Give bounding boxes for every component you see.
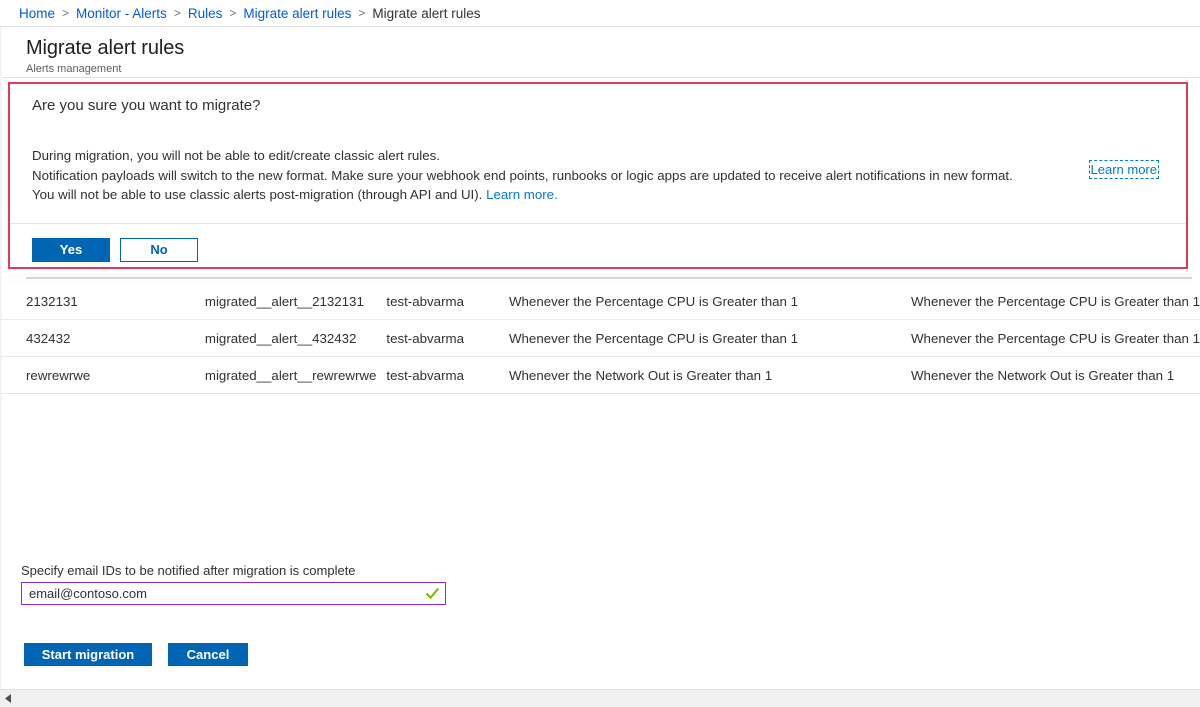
check-icon [425,587,440,600]
learn-more-link-payloads[interactable]: Learn more [1088,160,1160,179]
breadcrumb-separator: > [358,6,366,20]
confirmation-line-3-text: You will not be able to use classic aler… [32,187,483,202]
notification-email-input[interactable] [22,583,445,604]
table-row[interactable]: 432432 migrated__alert__432432 test-abva… [0,319,1200,357]
cell-resource-group: test-abvarma [386,283,509,320]
breadcrumb-item-current: Migrate alert rules [372,5,481,21]
cell-condition: Whenever the Percentage CPU is Greater t… [508,283,911,320]
cell-new-condition: Whenever the Percentage CPU is Greater t… [911,319,1200,357]
cell-migrated-name: migrated__alert__2132131 [204,283,387,320]
confirmation-line-1: During migration, you will not be able t… [32,148,440,163]
cell-condition: Whenever the Network Out is Greater than… [508,356,911,394]
breadcrumb-item-home[interactable]: Home [19,6,55,21]
breadcrumb-item-migrate-alert-rules[interactable]: Migrate alert rules [243,6,351,21]
confirmation-question: Are you sure you want to migrate? [32,97,261,114]
page-header: Migrate alert rules Alerts management [0,27,1200,78]
cell-name: rewrewrwe [0,356,205,394]
cell-resource-group: test-abvarma [386,319,509,357]
page-title: Migrate alert rules [26,37,185,59]
cell-name: 2132131 [0,283,205,320]
page-subtitle: Alerts management [26,63,122,75]
notification-email-label: Specify email IDs to be notified after m… [21,563,356,578]
scrollbar-track[interactable] [17,690,1200,707]
confirmation-body: Are you sure you want to migrate? During… [10,84,1186,205]
cancel-button[interactable]: Cancel [168,643,248,666]
confirmation-line-3: You will not be able to use classic aler… [32,185,1186,205]
confirmation-line-2-text: Notification payloads will switch to the… [32,167,1013,183]
confirmation-actions: Yes No [32,238,198,262]
cell-resource-group: test-abvarma [386,356,509,394]
learn-more-link-api-ui[interactable]: Learn more. [486,187,558,202]
breadcrumb-separator: > [62,6,70,20]
cell-condition: Whenever the Percentage CPU is Greater t… [508,319,911,357]
footer-actions: Start migration Cancel [24,643,248,666]
triangle-left-icon[interactable] [0,690,17,707]
breadcrumb-item-rules[interactable]: Rules [188,6,223,21]
table-row[interactable]: 2132131 migrated__alert__2132131 test-ab… [0,283,1200,320]
confirm-no-button[interactable]: No [120,238,198,262]
migrate-confirmation-panel: Are you sure you want to migrate? During… [8,82,1188,269]
confirm-yes-button[interactable]: Yes [32,238,110,262]
cell-new-condition: Whenever the Percentage CPU is Greater t… [911,283,1200,320]
confirmation-details: During migration, you will not be able t… [32,146,1186,205]
breadcrumb-separator: > [173,6,181,20]
notification-email-input-wrap[interactable] [21,582,446,605]
cell-migrated-name: migrated__alert__rewrewrwe [204,356,387,394]
cell-name: 432432 [0,319,205,357]
alert-rules-table-body: 2132131 migrated__alert__2132131 test-ab… [0,283,1200,394]
horizontal-scrollbar[interactable] [0,690,1200,707]
confirmation-line-2: Notification payloads will switch to the… [32,166,1186,186]
breadcrumb-item-monitor-alerts[interactable]: Monitor - Alerts [76,6,167,21]
cell-migrated-name: migrated__alert__432432 [204,319,387,357]
start-migration-button[interactable]: Start migration [24,643,152,666]
breadcrumb-separator: > [229,6,237,20]
cell-new-condition: Whenever the Network Out is Greater than… [911,356,1200,394]
table-row[interactable]: rewrewrwe migrated__alert__rewrewrwe tes… [0,356,1200,394]
breadcrumb: Home > Monitor - Alerts > Rules > Migrat… [0,0,1200,27]
table-header-rule [26,277,1192,279]
notification-email-block: Specify email IDs to be notified after m… [21,562,446,605]
confirmation-divider [10,223,1186,224]
alert-rules-table: 2132131 migrated__alert__2132131 test-ab… [0,283,1200,394]
